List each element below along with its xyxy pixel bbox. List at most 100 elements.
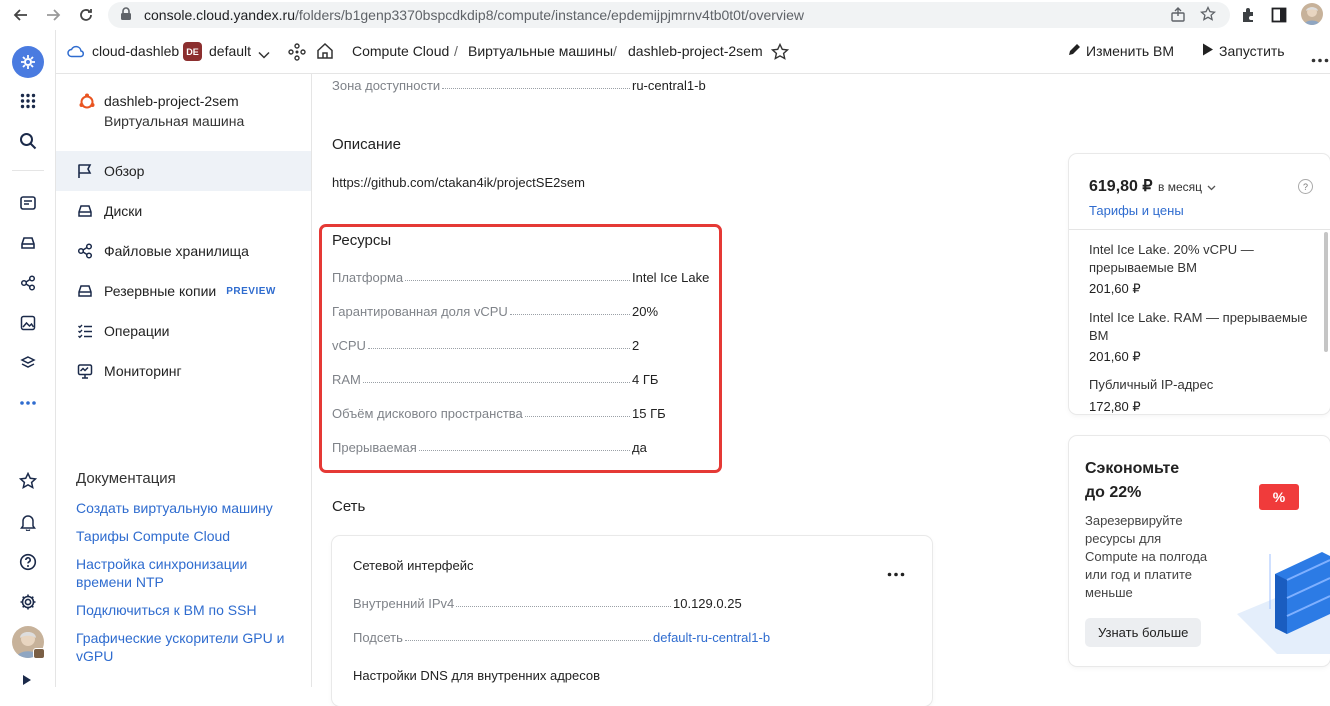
card-more-icon[interactable]: [887, 564, 905, 580]
resource-row: Платформа Intel Ice Lake: [332, 270, 712, 285]
favorite-star-icon[interactable]: [770, 42, 790, 64]
address-bar[interactable]: console.cloud.yandex.ru/folders/b1genp33…: [108, 2, 1230, 28]
notifications-bell-icon[interactable]: [14, 508, 42, 536]
learn-more-button[interactable]: Узнать больше: [1085, 618, 1202, 647]
favorites-star-icon[interactable]: [14, 467, 42, 495]
breadcrumb-compute-cloud[interactable]: Compute Cloud: [352, 43, 449, 59]
services-grid-icon[interactable]: [14, 87, 42, 115]
resource-value: 2: [632, 338, 640, 353]
chevron-down-icon: [1207, 180, 1216, 194]
folder-name[interactable]: default: [209, 43, 251, 59]
resource-key: RAM: [332, 372, 361, 387]
network-key: Подсеть: [353, 630, 403, 645]
pricing-period-select[interactable]: в месяц: [1158, 180, 1216, 194]
discount-badge: %: [1259, 484, 1299, 510]
doc-link-gpu[interactable]: Графические ускорители GPU и vGPU: [76, 629, 286, 665]
sidebar-item-monitoring[interactable]: Мониторинг: [56, 351, 311, 391]
bookmark-star-icon[interactable]: [1199, 5, 1217, 25]
breadcrumb-vms[interactable]: Виртуальные машины: [468, 43, 613, 59]
network-key: Внутренний IPv4: [353, 596, 455, 611]
back-icon[interactable]: [10, 4, 32, 26]
pricing-item-name: Публичный IP-адрес: [1089, 377, 1214, 392]
url-path: /folders/b1genp3370bspcdkdip8/compute/in…: [295, 7, 804, 23]
help-icon[interactable]: [14, 548, 42, 576]
pricing-item-name: Intel Ice Lake. RAM — прерываемые ВМ: [1089, 310, 1308, 343]
resource-row: Объём дискового пространства 15 ГБ: [332, 406, 712, 421]
sidebar-item-overview[interactable]: Обзор: [56, 151, 311, 191]
settings-gear-icon[interactable]: [14, 588, 42, 616]
layers-icon[interactable]: [14, 349, 42, 377]
main-content: Зона доступности ru-central1-b Описание …: [312, 74, 1330, 706]
chevron-down-icon[interactable]: [258, 46, 270, 62]
resource-key: Объём дискового пространства: [332, 406, 523, 421]
network-value: 10.129.0.25: [673, 596, 742, 611]
storage-icon[interactable]: [14, 229, 42, 257]
home-icon[interactable]: [316, 42, 334, 63]
sidebar-item-file-storages[interactable]: Файловые хранилища: [56, 231, 311, 271]
start-vm-button[interactable]: Запустить: [1201, 42, 1285, 60]
extensions-icon[interactable]: [1239, 6, 1257, 27]
sidebar-item-operations[interactable]: Операции: [56, 311, 311, 351]
edit-vm-button[interactable]: Изменить ВМ: [1067, 42, 1174, 60]
breadcrumb-current: dashleb-project-2sem: [628, 43, 763, 59]
image-icon[interactable]: [14, 309, 42, 337]
doc-link-create-vm[interactable]: Создать виртуальную машину: [76, 499, 296, 517]
dotted-leader: [442, 88, 630, 89]
pricing-link[interactable]: Тарифы и цены: [1089, 203, 1184, 218]
dotted-leader: [509, 314, 630, 315]
sidebar-item-label: Мониторинг: [104, 363, 182, 379]
yandex-cloud-logo-icon[interactable]: [12, 46, 44, 78]
sidebar-item-disks[interactable]: Диски: [56, 191, 311, 231]
doc-link-ntp[interactable]: Настройка синхронизации времени NTP: [76, 555, 256, 591]
pricing-period: в месяц: [1158, 180, 1203, 194]
search-icon[interactable]: [14, 127, 42, 155]
dotted-leader: [404, 640, 651, 641]
pricing-divider: [1069, 229, 1330, 230]
storage-icon: [76, 242, 94, 260]
sidebar-item-label: Файловые хранилища: [104, 243, 249, 259]
share-icon[interactable]: [1170, 7, 1186, 26]
breadcrumb-separator: /: [613, 43, 617, 59]
dotted-leader: [524, 416, 630, 417]
dashboard-icon[interactable]: [14, 189, 42, 217]
network-icon[interactable]: [14, 269, 42, 297]
forward-icon[interactable]: [42, 4, 64, 26]
pricing-item-price: 172,80 ₽: [1089, 399, 1141, 414]
pricing-item-price: 201,60 ₽: [1089, 281, 1141, 296]
url-domain: console.cloud.yandex.ru: [144, 7, 295, 23]
doc-link-ssh[interactable]: Подключиться к ВМ по SSH: [76, 601, 296, 619]
more-services-icon[interactable]: [14, 389, 42, 417]
dotted-leader: [367, 348, 630, 349]
flag-icon: [76, 162, 94, 180]
dns-settings-title: Настройки DNS для внутренних адресов: [353, 668, 601, 683]
dotted-leader: [362, 382, 630, 383]
resource-value: 4 ГБ: [632, 372, 659, 387]
description-text: https://github.com/ctakan4ik/projectSE2s…: [332, 175, 585, 190]
preview-badge: PREVIEW: [226, 285, 276, 297]
more-actions-icon[interactable]: [1311, 50, 1329, 66]
sidebar-item-backups[interactable]: Резервные копии PREVIEW: [56, 271, 311, 311]
resource-row: RAM 4 ГБ: [332, 372, 712, 387]
start-vm-label: Запустить: [1219, 43, 1285, 59]
zone-key: Зона доступности: [332, 78, 441, 93]
reload-icon[interactable]: [75, 4, 97, 26]
resource-value: 15 ГБ: [632, 406, 666, 421]
ubuntu-os-icon: [78, 92, 96, 113]
play-icon: [1201, 42, 1214, 60]
doc-link-pricing[interactable]: Тарифы Compute Cloud: [76, 527, 296, 545]
cloud-name[interactable]: cloud-dashleb: [92, 43, 179, 59]
header-bar: cloud-dashleb DE default Compute Cloud /…: [56, 30, 1330, 74]
resource-key: Платформа: [332, 270, 404, 285]
side-panel-icon[interactable]: [1271, 7, 1287, 26]
profile-avatar[interactable]: [1301, 3, 1323, 25]
lock-icon: [120, 6, 132, 24]
dotted-leader: [418, 450, 630, 451]
vm-name: dashleb-project-2sem: [104, 93, 239, 109]
service-map-icon[interactable]: [288, 43, 306, 64]
backup-icon: [76, 282, 94, 300]
help-icon[interactable]: ?: [1298, 179, 1313, 194]
pencil-icon: [1067, 42, 1082, 60]
network-row: Внутренний IPv4 10.129.0.25: [353, 596, 753, 611]
pricing-scrollbar[interactable]: [1324, 232, 1328, 352]
subnet-link[interactable]: default-ru-central1-b: [653, 630, 793, 645]
